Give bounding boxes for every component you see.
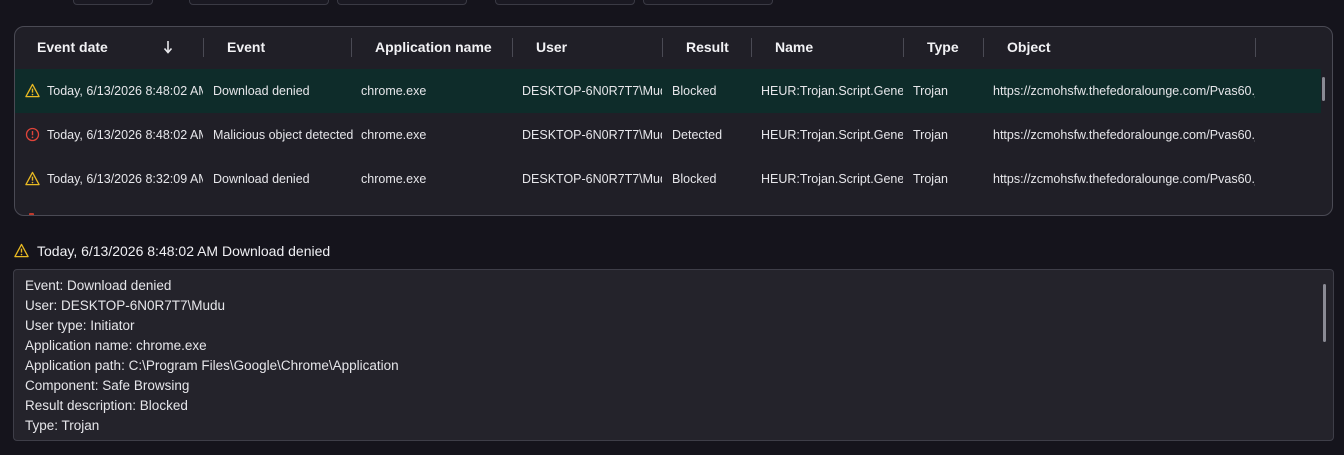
column-divider[interactable] — [662, 38, 663, 57]
table-row[interactable]: Today, 6/13/2026 8:48:02 AM Download den… — [15, 69, 1321, 113]
column-divider[interactable] — [351, 38, 352, 57]
detail-application-name: Application name: chrome.exe — [25, 338, 207, 353]
column-header-type[interactable]: Type — [927, 27, 959, 68]
column-divider[interactable] — [1255, 38, 1256, 57]
details-title-text: Today, 6/13/2026 8:48:02 AM Download den… — [37, 243, 331, 259]
cell-name: HEUR:Trojan.Script.Generic — [761, 84, 903, 98]
cell-object: https://zcmohsfw.thefedoralounge.com/Pva… — [993, 84, 1255, 98]
table-scrollbar-thumb[interactable] — [1322, 77, 1325, 101]
cell-event: Download denied — [213, 84, 310, 98]
detail-user: User: DESKTOP-6N0R7T7\Mudu — [25, 298, 226, 313]
detail-type: Type: Trojan — [25, 418, 100, 433]
column-header-name[interactable]: Name — [775, 27, 813, 68]
cell-application-name: chrome.exe — [361, 128, 427, 142]
column-divider[interactable] — [751, 38, 752, 57]
cell-type: Trojan — [913, 172, 948, 186]
table-row[interactable]: Today, 6/13/2026 8:48:02 AM Malicious ob… — [15, 113, 1321, 157]
cell-event: Download denied — [213, 172, 310, 186]
details-scrollbar-thumb[interactable] — [1323, 284, 1326, 342]
detail-user-type: User type: Initiator — [25, 318, 135, 333]
filter-dropdown[interactable] — [73, 0, 153, 5]
cell-event-date: Today, 6/13/2026 8:48:02 AM — [47, 84, 203, 98]
cell-object: https://zcmohsfw.thefedoralounge.com/Pva… — [993, 172, 1255, 186]
cell-application-name: chrome.exe — [361, 172, 427, 186]
cell-type: Trojan — [913, 128, 948, 142]
arrow-down-icon[interactable] — [163, 39, 173, 55]
cell-event: Malicious object detected — [213, 128, 353, 142]
detail-component: Component: Safe Browsing — [25, 378, 190, 393]
detail-application-path: Application path: C:\Program Files\Googl… — [25, 358, 399, 373]
cell-application-name: chrome.exe — [361, 84, 427, 98]
column-header-event[interactable]: Event — [227, 27, 265, 68]
cell-user: DESKTOP-6N0R7T7\Mudu — [522, 172, 662, 186]
detail-event: Event: Download denied — [25, 278, 172, 293]
filter-dropdown[interactable] — [337, 0, 467, 5]
table-row[interactable]: Today, 6/13/2026 8:32:09 AM Download den… — [15, 157, 1321, 201]
column-divider[interactable] — [203, 38, 204, 57]
column-header-object[interactable]: Object — [1007, 27, 1051, 68]
cell-result: Blocked — [672, 172, 717, 186]
column-header-application-name[interactable]: Application name — [375, 27, 492, 68]
warning-triangle-icon — [25, 83, 40, 98]
cell-user: DESKTOP-6N0R7T7\Mudu — [522, 128, 662, 142]
filter-dropdown[interactable] — [189, 0, 329, 5]
cell-event-date: Today, 6/13/2026 8:48:02 AM — [47, 128, 203, 142]
cell-object: https://zcmohsfw.thefedoralounge.com/Pva… — [993, 128, 1255, 142]
warning-triangle-icon — [25, 171, 40, 186]
cell-result: Detected — [672, 128, 723, 142]
column-header-user[interactable]: User — [536, 27, 567, 68]
cell-type: Trojan — [913, 84, 948, 98]
cell-user: DESKTOP-6N0R7T7\Mudu — [522, 84, 662, 98]
details-panel[interactable]: Event: Download denied User: DESKTOP-6N0… — [13, 269, 1334, 441]
column-divider[interactable] — [512, 38, 513, 57]
filter-dropdown[interactable] — [495, 0, 635, 5]
filter-dropdown[interactable] — [643, 0, 773, 5]
cell-event-date: Today, 6/13/2026 8:32:09 AM — [47, 172, 203, 186]
column-header-event-date[interactable]: Event date — [37, 27, 108, 68]
cell-result: Blocked — [672, 84, 717, 98]
filter-bar — [0, 0, 1344, 12]
error-circle-icon — [25, 127, 40, 142]
column-divider[interactable] — [983, 38, 984, 57]
column-divider[interactable] — [903, 38, 904, 57]
cell-name: HEUR:Trojan.Script.Generic — [761, 172, 903, 186]
next-row-peek — [29, 213, 37, 215]
cell-name: HEUR:Trojan.Script.Generic — [761, 128, 903, 142]
detail-result-description: Result description: Blocked — [25, 398, 188, 413]
column-header-result[interactable]: Result — [686, 27, 729, 68]
events-table: Event date Event Application name User R… — [14, 26, 1333, 216]
warning-triangle-icon — [14, 243, 29, 258]
table-header: Event date Event Application name User R… — [15, 27, 1332, 68]
